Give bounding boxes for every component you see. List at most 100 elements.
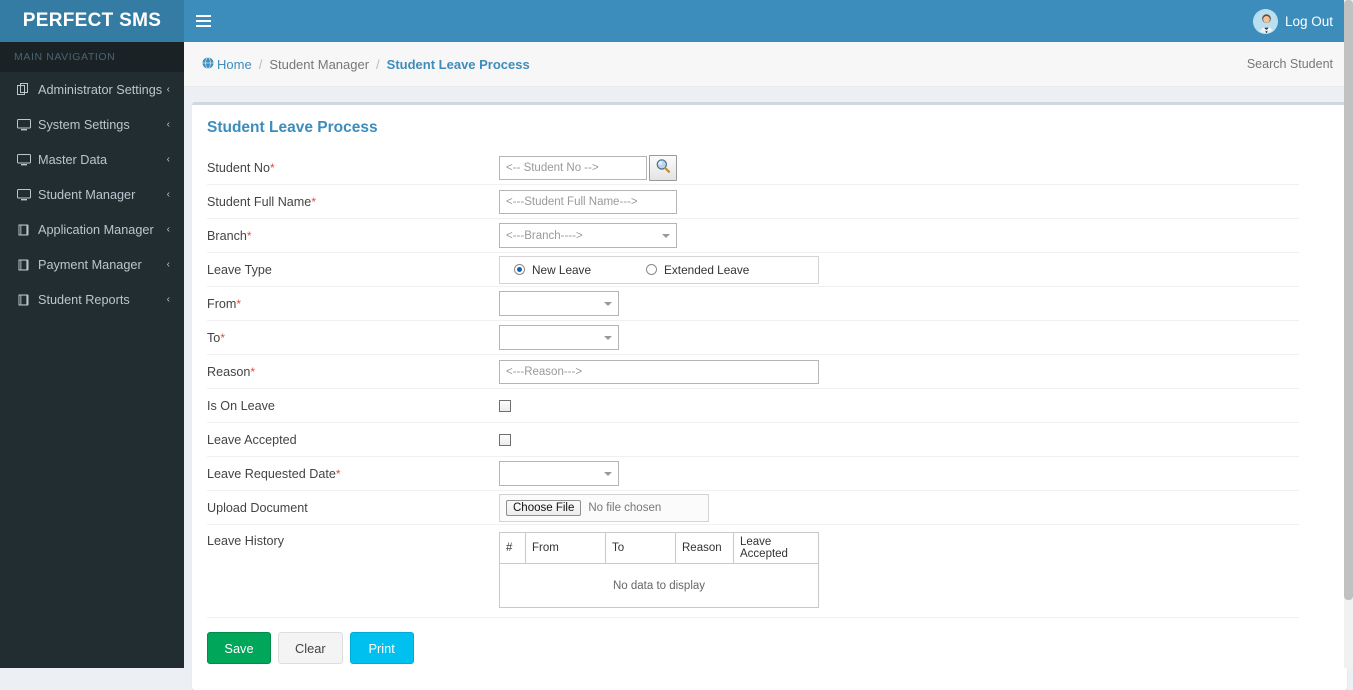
- reason-input[interactable]: <---Reason--->: [499, 359, 819, 384]
- print-button[interactable]: Print: [349, 632, 414, 664]
- table-empty-row: No data to display: [499, 563, 819, 608]
- sidebar-item-student-manager[interactable]: Student Manager ‹: [0, 177, 184, 212]
- form-row-leave-history: Leave History # From To Reason Leave Acc…: [207, 525, 1299, 618]
- form-actions: Save Clear Print: [207, 632, 1347, 664]
- breadcrumb-home-label: Home: [217, 56, 252, 72]
- radio-extended-leave-indicator: [646, 264, 658, 275]
- from-date-picker[interactable]: [499, 291, 619, 316]
- form-row-leave-accepted: Leave Accepted: [207, 423, 1299, 457]
- leave-accepted-checkbox[interactable]: [499, 433, 511, 446]
- sidebar-item-system-settings[interactable]: System Settings ‹: [0, 107, 184, 142]
- column-header-from: From: [525, 532, 606, 564]
- leave-requested-date-label: Leave Requested Date*: [207, 467, 499, 481]
- sidebar-item-label: Payment Manager: [38, 257, 142, 272]
- label-text: Leave Requested Date: [207, 466, 336, 481]
- navbar: Log Out: [184, 0, 1353, 42]
- content-area: Home / Student Manager / Student Leave P…: [184, 42, 1353, 690]
- table-header-row: # From To Reason Leave Accepted: [499, 532, 819, 564]
- sidebar-item-administrator-settings[interactable]: Administrator Settings ‹: [0, 72, 184, 107]
- breadcrumb: Home / Student Manager / Student Leave P…: [202, 57, 530, 72]
- no-data-message: No data to display: [499, 563, 819, 608]
- branch-select[interactable]: <---Branch---->: [499, 223, 677, 248]
- label-text: Student No: [207, 160, 271, 175]
- brand-logo[interactable]: PERFECT SMS: [0, 0, 184, 42]
- student-leave-form: Student No* <-- Student No --> Student F…: [192, 137, 1347, 664]
- top-bar: PERFECT SMS Log Out: [0, 0, 1353, 42]
- copy-icon: [17, 83, 38, 96]
- student-no-label: Student No*: [207, 161, 499, 175]
- student-full-name-input[interactable]: <---Student Full Name--->: [499, 189, 677, 214]
- sidebar-item-label: Application Manager: [38, 222, 154, 237]
- page-title: Student Leave Process: [207, 119, 378, 136]
- logout-label: Log Out: [1284, 13, 1333, 29]
- chevron-left-icon: ‹: [166, 154, 170, 165]
- leave-requested-date-picker[interactable]: [499, 461, 619, 486]
- form-row-is-on-leave: Is On Leave: [207, 389, 1299, 423]
- hamburger-icon[interactable]: [184, 0, 222, 42]
- leave-accepted-label: Leave Accepted: [207, 433, 499, 447]
- label-text: To: [207, 330, 221, 345]
- search-student-link[interactable]: Search Student: [1247, 57, 1333, 71]
- radio-new-leave[interactable]: New Leave: [514, 263, 591, 277]
- sidebar-item-payment-manager[interactable]: Payment Manager ‹: [0, 247, 184, 282]
- label-text: Branch: [207, 228, 247, 243]
- form-row-to: To*: [207, 321, 1299, 355]
- sidebar-item-label: Master Data: [38, 152, 108, 167]
- is-on-leave-checkbox[interactable]: [499, 399, 511, 412]
- book-icon: [17, 259, 38, 271]
- scrollbar-thumb[interactable]: [1344, 0, 1353, 600]
- sidebar-item-label: Administrator Settings: [38, 82, 163, 97]
- desktop-icon: [17, 153, 38, 166]
- home-globe-icon: [202, 56, 214, 72]
- reason-label: Reason*: [207, 365, 499, 379]
- required-marker: *: [335, 466, 341, 481]
- sidebar: MAIN NAVIGATION Administrator Settings ‹…: [0, 42, 184, 668]
- student-full-name-label: Student Full Name*: [207, 195, 499, 209]
- radio-new-leave-indicator: [514, 264, 525, 275]
- page-scrollbar[interactable]: [1344, 0, 1353, 668]
- chevron-down-icon: [662, 233, 670, 238]
- label-text: From: [207, 296, 237, 311]
- to-label: To*: [207, 331, 499, 345]
- required-marker: *: [311, 194, 316, 209]
- label-text: Is On Leave: [207, 398, 275, 413]
- student-no-input[interactable]: <-- Student No -->: [499, 155, 647, 180]
- save-button[interactable]: Save: [207, 632, 271, 664]
- label-text: Leave Accepted: [207, 432, 297, 447]
- radio-extended-leave[interactable]: Extended Leave: [646, 263, 749, 277]
- sidebar-item-application-manager[interactable]: Application Manager ‹: [0, 212, 184, 247]
- required-marker: *: [250, 364, 256, 379]
- chevron-left-icon: ‹: [166, 189, 170, 200]
- form-row-student-full-name: Student Full Name* <---Student Full Name…: [207, 185, 1299, 219]
- branch-label: Branch*: [207, 229, 499, 243]
- column-header-index: #: [499, 532, 526, 564]
- user-menu[interactable]: Log Out: [1252, 8, 1341, 34]
- label-text: Upload Document: [207, 500, 308, 515]
- sidebar-item-master-data[interactable]: Master Data ‹: [0, 142, 184, 177]
- form-row-reason: Reason* <---Reason--->: [207, 355, 1299, 389]
- leave-history-label: Leave History: [207, 532, 499, 548]
- chevron-left-icon: ‹: [166, 119, 170, 130]
- file-status-text: No file chosen: [588, 501, 662, 514]
- desktop-icon: [17, 118, 38, 131]
- to-date-picker[interactable]: [499, 325, 619, 350]
- branch-select-value: <---Branch---->: [506, 229, 583, 242]
- book-icon: [17, 294, 38, 306]
- avatar-icon: [1252, 8, 1278, 34]
- student-search-button[interactable]: [649, 154, 677, 181]
- form-row-upload-document: Upload Document Choose File No file chos…: [207, 491, 1299, 525]
- upload-document-label: Upload Document: [207, 501, 499, 515]
- breadcrumb-parent[interactable]: Student Manager: [269, 57, 369, 72]
- chevron-left-icon: ‹: [166, 84, 170, 95]
- choose-file-button[interactable]: Choose File: [506, 499, 582, 516]
- upload-document-file-input[interactable]: Choose File No file chosen: [499, 493, 709, 522]
- chevron-left-icon: ‹: [166, 294, 170, 305]
- clear-button[interactable]: Clear: [278, 632, 343, 664]
- column-header-reason: Reason: [675, 532, 734, 564]
- breadcrumb-home[interactable]: Home: [202, 57, 252, 72]
- column-header-to: To: [605, 532, 676, 564]
- breadcrumb-separator: /: [258, 56, 263, 72]
- breadcrumb-bar: Home / Student Manager / Student Leave P…: [184, 42, 1353, 87]
- sidebar-item-student-reports[interactable]: Student Reports ‹: [0, 282, 184, 317]
- form-row-student-no: Student No* <-- Student No -->: [207, 151, 1299, 185]
